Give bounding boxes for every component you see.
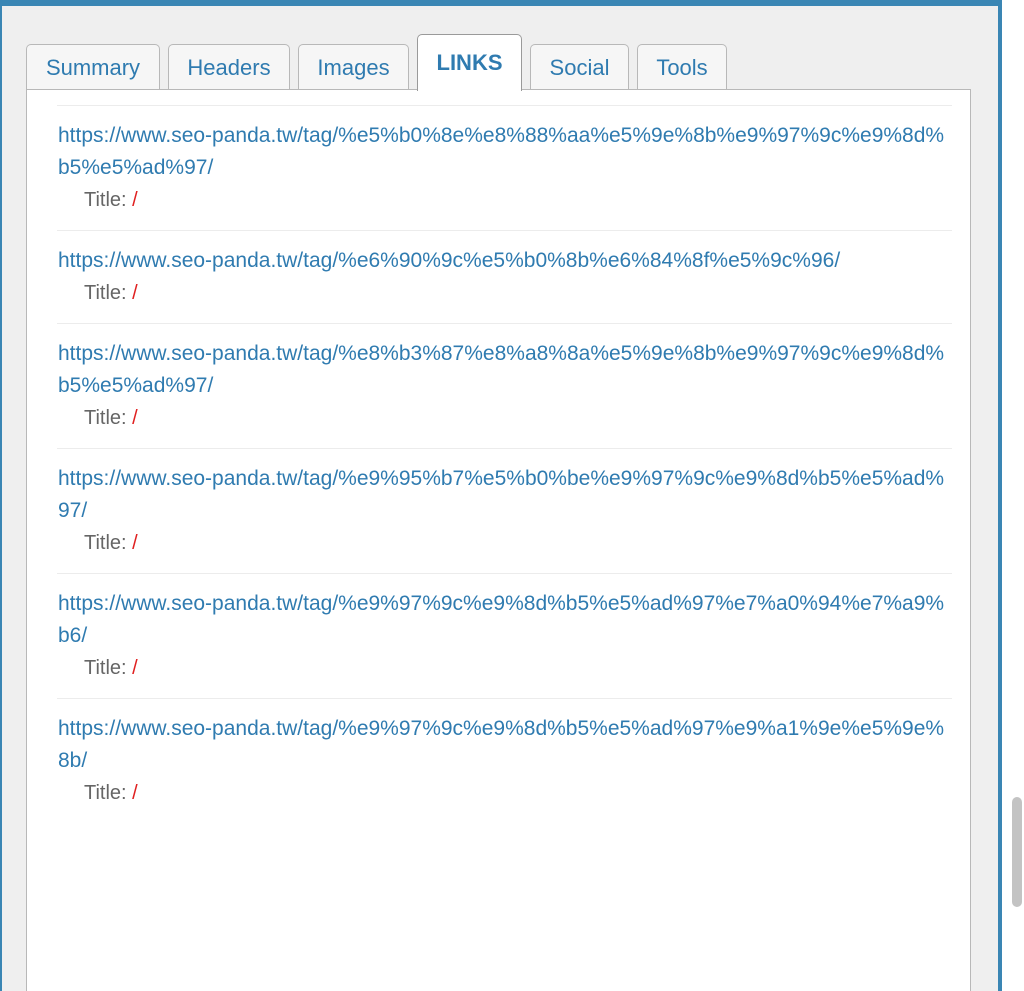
title-value: / [132, 407, 138, 429]
tab-links[interactable]: LINKS [417, 34, 522, 91]
link-url[interactable]: https://www.seo-panda.tw/tag/%e9%95%b7%e… [58, 463, 952, 527]
scrollbar-thumb[interactable] [1012, 797, 1022, 907]
title-label: Title: [84, 282, 127, 304]
title-label: Title: [84, 782, 127, 804]
link-item: https://www.seo-panda.tw/tag/%e9%97%9c%e… [57, 698, 952, 823]
title-value: / [132, 189, 138, 211]
links-panel: https://www.seo-panda.tw/tag/%e5%b0%8e%e… [26, 89, 971, 991]
tab-social[interactable]: Social [530, 44, 629, 90]
title-label: Title: [84, 189, 127, 211]
tab-images[interactable]: Images [298, 44, 409, 90]
link-url[interactable]: https://www.seo-panda.tw/tag/%e8%b3%87%e… [58, 338, 952, 402]
link-item: https://www.seo-panda.tw/tag/%e6%90%9c%e… [57, 230, 952, 323]
links-list: https://www.seo-panda.tw/tag/%e5%b0%8e%e… [57, 105, 952, 823]
title-value: / [132, 532, 138, 554]
tab-tools[interactable]: Tools [637, 44, 727, 90]
link-url[interactable]: https://www.seo-panda.tw/tag/%e9%97%9c%e… [58, 713, 952, 777]
link-item: https://www.seo-panda.tw/tag/%e9%95%b7%e… [57, 448, 952, 573]
link-title-row: Title: / [84, 402, 952, 434]
link-url[interactable]: https://www.seo-panda.tw/tag/%e5%b0%8e%e… [58, 120, 952, 184]
link-item: https://www.seo-panda.tw/tag/%e5%b0%8e%e… [57, 105, 952, 230]
title-label: Title: [84, 407, 127, 429]
title-label: Title: [84, 657, 127, 679]
link-title-row: Title: / [84, 277, 952, 309]
link-url[interactable]: https://www.seo-panda.tw/tag/%e6%90%9c%e… [58, 245, 952, 277]
title-value: / [132, 657, 138, 679]
link-title-row: Title: / [84, 184, 952, 216]
title-value: / [132, 282, 138, 304]
tab-summary[interactable]: Summary [26, 44, 160, 90]
link-item: https://www.seo-panda.tw/tag/%e8%b3%87%e… [57, 323, 952, 448]
link-title-row: Title: / [84, 777, 952, 809]
title-value: / [132, 782, 138, 804]
tab-headers[interactable]: Headers [168, 44, 290, 90]
tab-bar: Summary Headers Images LINKS Social Tool… [26, 34, 735, 91]
link-item: https://www.seo-panda.tw/tag/%e9%97%9c%e… [57, 573, 952, 698]
title-label: Title: [84, 532, 127, 554]
link-title-row: Title: / [84, 652, 952, 684]
link-url[interactable]: https://www.seo-panda.tw/tag/%e9%97%9c%e… [58, 588, 952, 652]
link-title-row: Title: / [84, 527, 952, 559]
